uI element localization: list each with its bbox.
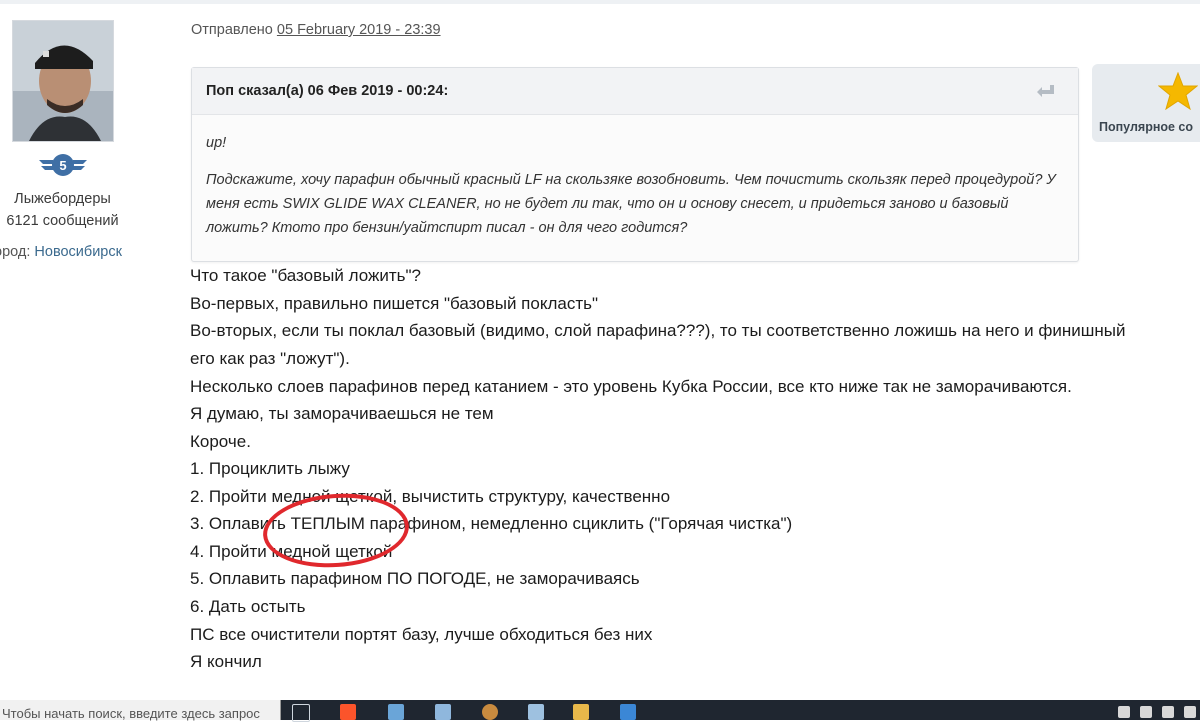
browser-icon[interactable] [340,704,356,720]
message-line: Во-первых, правильно пишется "базовый по… [190,294,599,313]
avatar[interactable] [12,20,114,142]
app-icon[interactable] [435,704,451,720]
taskbar-search-input[interactable]: Чтобы начать поиск, введите здесь запрос [0,700,281,721]
message-line: 6. Дать остыть [190,597,306,616]
rank-number: 5 [59,158,66,173]
quote-body: up! Подскажите, хочу парафин обычный кра… [192,115,1078,240]
avatar-photo [13,21,113,141]
message-line: Несколько слоев парафинов перед катанием… [190,377,1072,396]
city-value[interactable]: Новосибирск [34,244,122,260]
post-date-link[interactable]: 05 February 2019 - 23:39 [277,22,441,38]
quote-paragraph: up! [206,135,227,151]
app-icon[interactable] [620,704,636,720]
message-line: ПС все очистители портят базу, лучше обх… [190,625,653,644]
sent-label: Отправлено [191,22,273,38]
folder-icon[interactable] [573,704,589,720]
quote-author: Поп сказал(а) 06 Фев 2019 - 00:24: [206,83,449,99]
quote-block: Поп сказал(а) 06 Фев 2019 - 00:24: up! П… [191,67,1079,262]
message-line: 2. Пройти медной щеткой, вычистить струк… [190,487,671,506]
paint-icon[interactable] [482,704,498,720]
message-line: Во-вторых, если ты поклал базовый (видим… [190,321,1126,340]
quote-paragraph: Подскажите, хочу парафин обычный красный… [206,172,1056,236]
popular-label: Популярное со [1099,120,1194,134]
message-line: его как раз "ложут"). [190,349,350,368]
view-quote-icon[interactable] [1036,82,1056,100]
rank-wings-icon: 5 [39,154,87,176]
taskbar: Чтобы начать поиск, введите здесь запрос [0,700,1200,722]
tray-icon[interactable] [1118,706,1130,718]
tray-icon[interactable] [1140,706,1152,718]
message-line: 5. Оплавить парафином ПО ПОГОДЕ, не замо… [190,569,640,588]
post-sent-info: Отправлено 05 February 2019 - 23:39 [191,22,441,38]
search-placeholder: Чтобы начать поиск, введите здесь запрос [2,706,260,721]
app-icon[interactable] [528,704,544,720]
post-count: 6121 сообщений [6,213,119,229]
message-line: 1. Проциклить лыжу [190,459,350,478]
tray-icon[interactable] [1162,706,1174,718]
tray-icon[interactable] [1184,706,1196,718]
message-line: Я кончил [190,652,262,671]
city-label: ород: [0,244,31,260]
app-icon[interactable] [388,704,404,720]
task-view-icon[interactable] [292,704,310,722]
user-city: ород: Новосибирск [0,244,122,260]
popular-content-badge[interactable]: Популярное со [1092,64,1200,142]
rank-badge: 5 [37,151,89,179]
message-line: Что такое "базовый ложить"? [190,266,421,285]
top-divider [0,0,1200,4]
user-group: Лыжебордеры [14,191,111,207]
quote-header: Поп сказал(а) 06 Фев 2019 - 00:24: [192,68,1078,115]
star-icon [1158,72,1198,110]
message-line: Я думаю, ты заморачиваешься не тем [190,404,494,423]
message-line: Короче. [190,432,251,451]
